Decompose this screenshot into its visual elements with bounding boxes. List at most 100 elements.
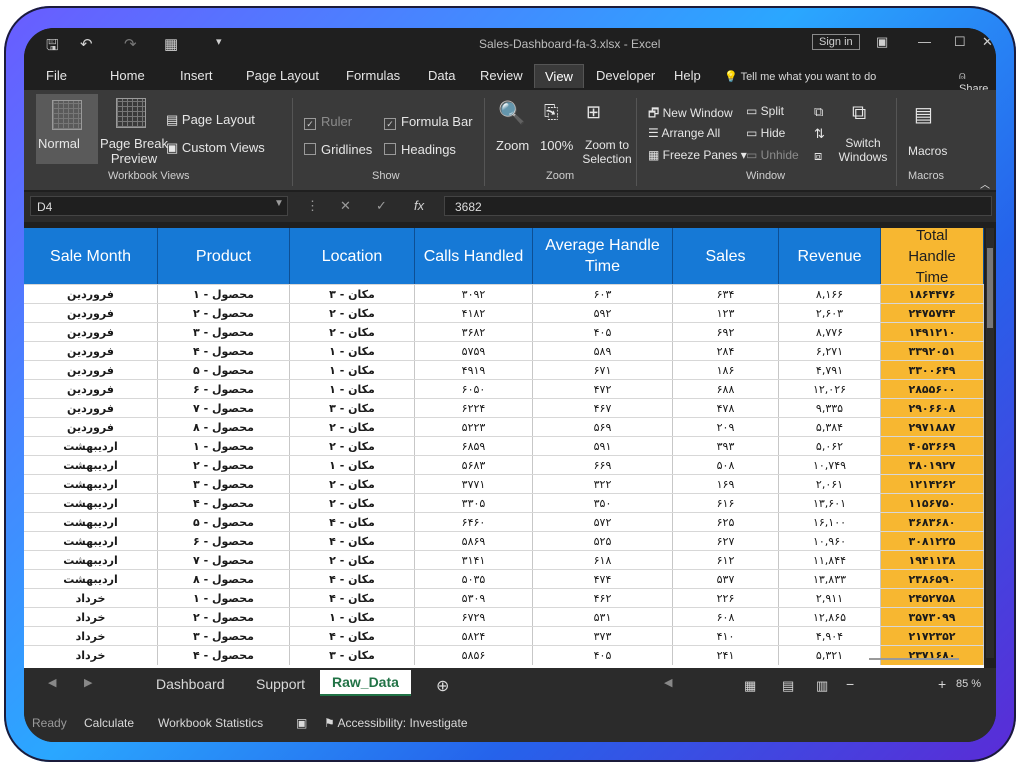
cell-product[interactable]: محصول - ۳ — [158, 323, 290, 342]
cell-calls-handled[interactable]: ۳۳۰۵ — [415, 494, 533, 513]
name-box[interactable]: D4 — [30, 196, 288, 216]
arrange-all-button[interactable]: ☰ Arrange All — [648, 126, 720, 140]
cell-average-handle-time[interactable]: ۶۶۹ — [533, 456, 673, 475]
cell-total-handle-time[interactable]: ۲۳۷۱۶۸۰ — [881, 646, 984, 665]
cell-sales[interactable]: ۲۸۴ — [673, 342, 779, 361]
ribbon-display-icon[interactable]: ▣ — [876, 34, 888, 50]
cell-calls-handled[interactable]: ۳۱۴۱ — [415, 551, 533, 570]
header-location[interactable]: Location — [290, 228, 415, 284]
cell-sale-month[interactable]: خرداد — [24, 589, 158, 608]
cell-total-handle-time[interactable]: ۲۴۷۵۷۴۴ — [881, 304, 984, 323]
page-layout-button[interactable]: ▤ Page Layout — [166, 112, 255, 128]
cell-product[interactable]: محصول - ۲ — [158, 304, 290, 323]
cell-sales[interactable]: ۶۹۲ — [673, 323, 779, 342]
cell-sale-month[interactable]: فروردین — [24, 361, 158, 380]
customize-toolbar-icon[interactable]: ▾ — [216, 35, 222, 53]
cell-sale-month[interactable]: فروردین — [24, 418, 158, 437]
zoom-100-button[interactable]: 100% — [540, 138, 573, 153]
cell-average-handle-time[interactable]: ۶۰۳ — [533, 285, 673, 304]
cell-sales[interactable]: ۶۳۴ — [673, 285, 779, 304]
cell-sales[interactable]: ۶۲۷ — [673, 532, 779, 551]
zoom-in-icon[interactable]: + — [938, 676, 946, 692]
sign-in-button[interactable]: Sign in — [812, 34, 860, 50]
cell-revenue[interactable]: ۱۲,۰۲۶ — [779, 380, 881, 399]
cell-sales[interactable]: ۲۲۶ — [673, 589, 779, 608]
cell-sales[interactable]: ۶۱۶ — [673, 494, 779, 513]
cell-revenue[interactable]: ۶,۲۷۱ — [779, 342, 881, 361]
header-sales[interactable]: Sales — [673, 228, 779, 284]
cell-total-handle-time[interactable]: ۴۰۵۳۶۶۹ — [881, 437, 984, 456]
cell-average-handle-time[interactable]: ۵۹۱ — [533, 437, 673, 456]
cell-product[interactable]: محصول - ۸ — [158, 418, 290, 437]
cell-product[interactable]: محصول - ۲ — [158, 608, 290, 627]
cell-location[interactable]: مکان - ۴ — [290, 513, 415, 532]
cell-average-handle-time[interactable]: ۴۰۵ — [533, 646, 673, 665]
cell-calls-handled[interactable]: ۵۳۰۹ — [415, 589, 533, 608]
zoom-button[interactable]: Zoom — [496, 138, 529, 153]
cell-revenue[interactable]: ۱۶,۱۰۰ — [779, 513, 881, 532]
cell-total-handle-time[interactable]: ۳۵۷۳۰۹۹ — [881, 608, 984, 627]
cell-revenue[interactable]: ۸,۷۷۶ — [779, 323, 881, 342]
cell-sale-month[interactable]: اردیبهشت — [24, 513, 158, 532]
tab-data[interactable]: Data — [428, 68, 455, 83]
cell-calls-handled[interactable]: ۴۱۸۲ — [415, 304, 533, 323]
cell-sale-month[interactable]: فروردین — [24, 323, 158, 342]
cell-calls-handled[interactable]: ۴۹۱۹ — [415, 361, 533, 380]
cell-total-handle-time[interactable]: ۳۶۸۳۶۸۰ — [881, 513, 984, 532]
hide-button[interactable]: ▭ Hide — [746, 126, 785, 140]
cell-revenue[interactable]: ۱۳,۸۳۳ — [779, 570, 881, 589]
vertical-scrollbar[interactable] — [986, 228, 994, 658]
cell-calls-handled[interactable]: ۶۴۶۰ — [415, 513, 533, 532]
cell-calls-handled[interactable]: ۶۰۵۰ — [415, 380, 533, 399]
cell-product[interactable]: محصول - ۶ — [158, 532, 290, 551]
next-sheet-icon[interactable]: ▶ — [84, 676, 92, 689]
cell-product[interactable]: محصول - ۴ — [158, 342, 290, 361]
cell-calls-handled[interactable]: ۵۸۵۶ — [415, 646, 533, 665]
formula-bar-checkbox[interactable]: ✓ Formula Bar — [384, 114, 473, 130]
cell-average-handle-time[interactable]: ۴۷۴ — [533, 570, 673, 589]
cell-product[interactable]: محصول - ۴ — [158, 646, 290, 665]
cell-product[interactable]: محصول - ۲ — [158, 456, 290, 475]
cell-total-handle-time[interactable]: ۳۸۰۱۹۲۷ — [881, 456, 984, 475]
cell-revenue[interactable]: ۱۲,۸۶۵ — [779, 608, 881, 627]
cell-sale-month[interactable]: اردیبهشت — [24, 437, 158, 456]
zoom-level[interactable]: 85 % — [956, 678, 981, 690]
cell-location[interactable]: مکان - ۱ — [290, 342, 415, 361]
cell-product[interactable]: محصول - ۵ — [158, 513, 290, 532]
cell-sale-month[interactable]: اردیبهشت — [24, 475, 158, 494]
cell-sale-month[interactable]: فروردین — [24, 285, 158, 304]
freeze-panes-button[interactable]: ▦ Freeze Panes ▾ — [648, 148, 747, 162]
cell-average-handle-time[interactable]: ۴۶۷ — [533, 399, 673, 418]
cell-product[interactable]: محصول - ۴ — [158, 494, 290, 513]
cell-average-handle-time[interactable]: ۵۹۲ — [533, 304, 673, 323]
cell-sales[interactable]: ۴۷۸ — [673, 399, 779, 418]
cell-revenue[interactable]: ۱۳,۶۰۱ — [779, 494, 881, 513]
undo-icon[interactable]: ↶ — [80, 35, 93, 53]
page-break-status-icon[interactable]: ▥ — [816, 678, 828, 694]
cell-location[interactable]: مکان - ۱ — [290, 361, 415, 380]
calculate-button[interactable]: Calculate — [84, 716, 134, 730]
cancel-icon[interactable]: ✕ — [340, 198, 351, 214]
cell-sales[interactable]: ۶۰۸ — [673, 608, 779, 627]
normal-view-status-icon[interactable]: ▦ — [744, 678, 756, 694]
header-calls-handled[interactable]: Calls Handled — [415, 228, 533, 284]
cell-total-handle-time[interactable]: ۱۲۱۴۲۶۲ — [881, 475, 984, 494]
cell-revenue[interactable]: ۱۰,۷۴۹ — [779, 456, 881, 475]
accessibility-button[interactable]: ⚑ Accessibility: Investigate — [324, 716, 468, 730]
cell-sales[interactable]: ۳۹۳ — [673, 437, 779, 456]
hscroll-left-icon[interactable]: ◀ — [664, 676, 672, 689]
unhide-button[interactable]: ▭ Unhide — [746, 148, 799, 162]
cell-sales[interactable]: ۵۰۸ — [673, 456, 779, 475]
macros-button[interactable]: Macros — [908, 144, 947, 158]
cell-average-handle-time[interactable]: ۶۱۸ — [533, 551, 673, 570]
cell-sale-month[interactable]: خرداد — [24, 608, 158, 627]
page-layout-status-icon[interactable]: ▤ — [782, 678, 794, 694]
cell-sales[interactable]: ۵۳۷ — [673, 570, 779, 589]
cell-total-handle-time[interactable]: ۲۴۵۲۷۵۸ — [881, 589, 984, 608]
cell-location[interactable]: مکان - ۴ — [290, 627, 415, 646]
cell-sales[interactable]: ۱۲۳ — [673, 304, 779, 323]
cell-calls-handled[interactable]: ۳۰۹۲ — [415, 285, 533, 304]
cell-location[interactable]: مکان - ۱ — [290, 380, 415, 399]
cell-product[interactable]: محصول - ۵ — [158, 361, 290, 380]
cell-sale-month[interactable]: فروردین — [24, 399, 158, 418]
